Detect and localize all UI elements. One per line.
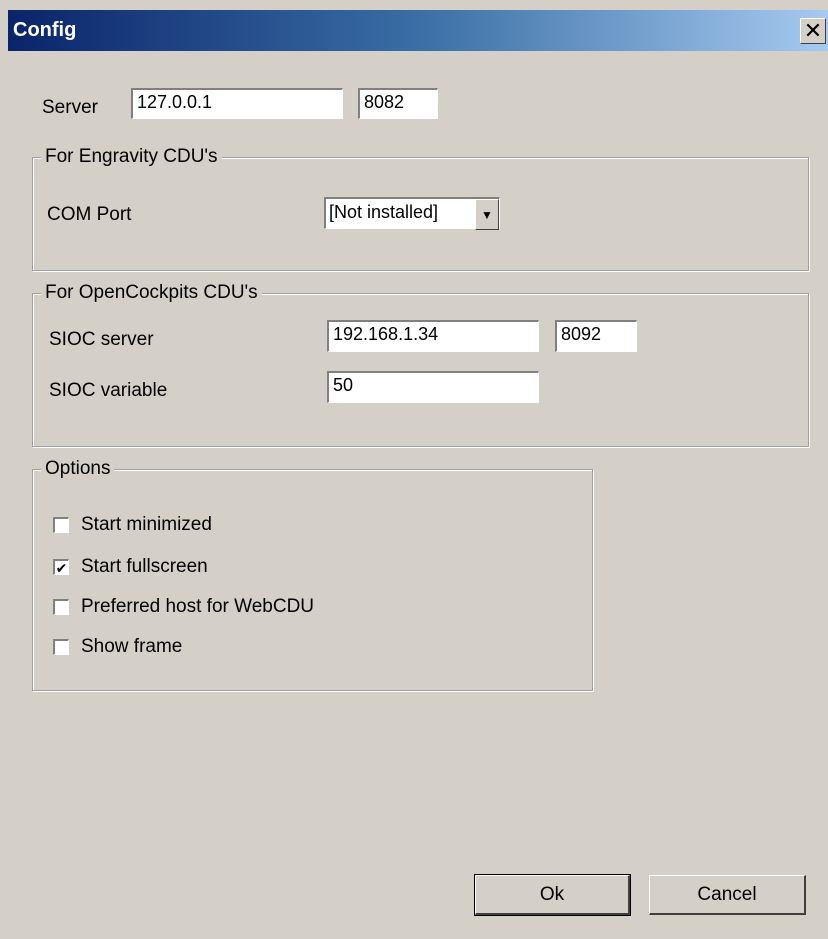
sioc-server-label: SIOC server (49, 329, 154, 350)
sioc-server-port-input[interactable]: 8092 (555, 320, 637, 352)
show-frame-checkbox[interactable] (53, 639, 69, 655)
close-icon: ✕ (803, 18, 823, 43)
chevron-down-icon: ▼ (481, 207, 493, 222)
show-frame-label[interactable]: Show frame (81, 636, 182, 658)
opencockpits-group-title: For OpenCockpits CDU's (41, 282, 262, 304)
cancel-button[interactable]: Cancel (649, 875, 806, 915)
start-fullscreen-label[interactable]: Start fullscreen (81, 556, 208, 578)
close-button[interactable]: ✕ (800, 18, 826, 44)
opencockpits-group: For OpenCockpits CDU's SIOC server 192.1… (32, 282, 809, 447)
dropdown-button[interactable]: ▼ (475, 199, 499, 230)
com-port-select[interactable]: [Not installed] ▼ (324, 197, 500, 230)
title-bar[interactable]: Config ✕ (8, 10, 828, 51)
com-port-label: COM Port (47, 204, 132, 225)
server-host-input[interactable]: 127.0.0.1 (131, 88, 343, 119)
window-title: Config (13, 19, 77, 41)
sioc-variable-label: SIOC variable (49, 380, 168, 401)
com-port-value: [Not installed] (329, 202, 439, 222)
dialog-body: Server 127.0.0.1 8082 For Engravity CDU'… (8, 51, 828, 939)
engravity-group-title: For Engravity CDU's (41, 146, 222, 168)
preferred-host-checkbox[interactable] (53, 599, 69, 615)
start-minimized-label[interactable]: Start minimized (81, 514, 212, 536)
start-fullscreen-checkbox[interactable]: ✔ (53, 559, 69, 575)
preferred-host-label[interactable]: Preferred host for WebCDU (81, 596, 314, 618)
sioc-variable-input[interactable]: 50 (327, 371, 539, 403)
checkmark-icon: ✔ (55, 559, 68, 576)
options-group: Options Start minimized ✔ Start fullscre… (32, 458, 593, 691)
options-group-title: Options (41, 458, 115, 480)
server-port-input[interactable]: 8082 (358, 88, 438, 119)
server-label: Server (42, 97, 98, 118)
config-dialog: Config ✕ Server 127.0.0.1 8082 For Engra… (0, 0, 828, 939)
engravity-group: For Engravity CDU's COM Port [Not instal… (32, 146, 809, 271)
ok-button[interactable]: Ok (474, 874, 631, 916)
start-minimized-checkbox[interactable] (53, 517, 69, 533)
sioc-server-host-input[interactable]: 192.168.1.34 (327, 320, 539, 352)
